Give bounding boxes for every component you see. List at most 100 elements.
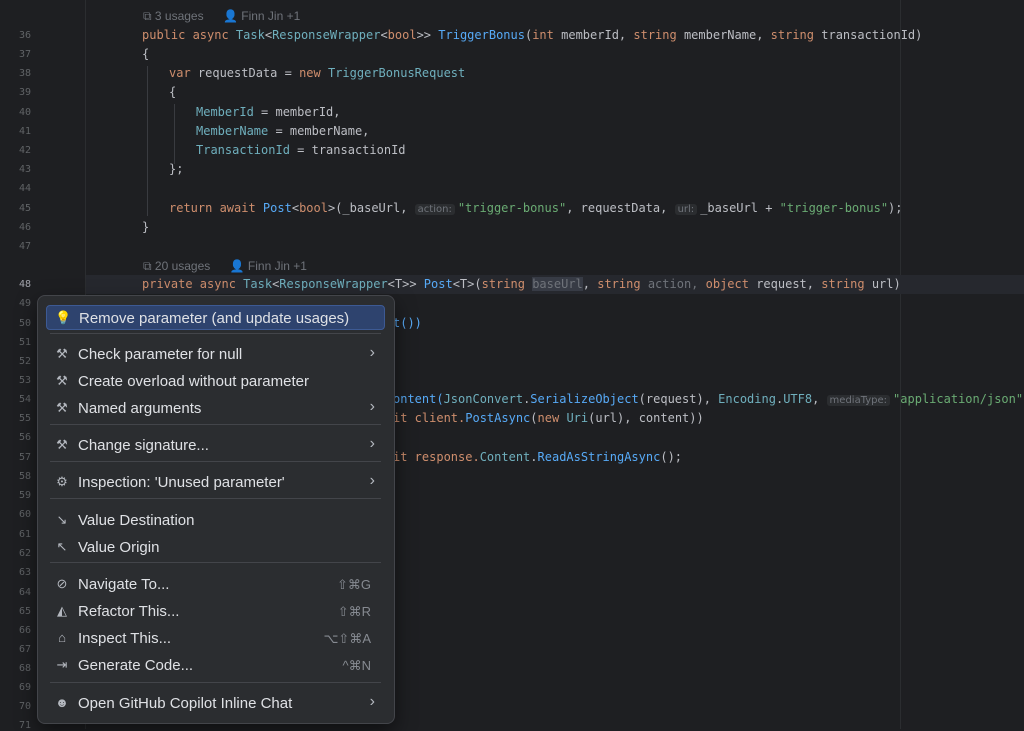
code-lens-trigger-bonus[interactable]: ⧉ 3 usages 👤 Finn Jin +1 xyxy=(143,9,316,24)
line-number: 42 xyxy=(18,145,31,156)
usages-lens[interactable]: ⧉ 3 usages xyxy=(143,9,212,23)
menu-item-inspection-unused-parameter[interactable]: ⚙ Inspection: 'Unused parameter' › xyxy=(46,470,385,495)
code-line-48[interactable]: private async Task<ResponseWrapper<T>> P… xyxy=(142,277,901,291)
menu-item-generate-code[interactable]: ⇥ Generate Code... ^⌘N xyxy=(46,653,385,678)
menu-item-inspect-this[interactable]: ⌂ Inspect This... ⌥⇧⌘A xyxy=(46,626,385,651)
menu-separator xyxy=(50,424,381,425)
code-line-55[interactable]: it client.PostAsync(new Uri(url), conten… xyxy=(393,411,704,425)
menu-item-label: Create overload without parameter xyxy=(78,373,309,390)
line-number: 43 xyxy=(18,164,31,175)
line-number: 48 xyxy=(18,279,31,290)
arrow-down-right-icon: ↘ xyxy=(56,512,68,527)
menu-item-label: Value Origin xyxy=(78,539,160,556)
line-number: 51 xyxy=(18,337,31,348)
line-number: 46 xyxy=(18,222,31,233)
gear-icon: ⚙ xyxy=(56,474,68,489)
menu-separator xyxy=(50,562,381,563)
generate-icon: ⇥ xyxy=(56,657,68,672)
menu-item-named-arguments[interactable]: ⚒ Named arguments › xyxy=(46,396,385,421)
menu-item-label: Remove parameter (and update usages) xyxy=(79,310,350,327)
unused-param-baseUrl: baseUrl xyxy=(532,277,583,291)
param-hint: mediaType: xyxy=(826,395,891,406)
code-line-46[interactable]: } xyxy=(142,220,149,234)
lightbulb-icon: 💡 xyxy=(55,310,72,325)
param-hint: url: xyxy=(674,204,698,215)
code-line-50[interactable]: t()) xyxy=(393,316,422,330)
line-number: 54 xyxy=(18,394,31,405)
chevron-right-icon: › xyxy=(369,693,375,710)
context-actions-menu: 💡 Remove parameter (and update usages) ⚒ Ch… xyxy=(37,295,395,724)
menu-item-label: Generate Code... xyxy=(78,657,194,674)
menu-item-refactor-this[interactable]: ◭ Refactor This... ⇧⌘R xyxy=(46,599,385,624)
author-lens[interactable]: 👤 Finn Jin +1 xyxy=(223,9,308,23)
menu-item-label: Change signature... xyxy=(78,437,209,454)
line-number: 69 xyxy=(18,682,31,693)
indent-guide xyxy=(174,104,175,164)
line-number: 57 xyxy=(18,452,31,463)
code-line-41[interactable]: MemberName = memberName, xyxy=(196,124,369,138)
menu-item-label: Value Destination xyxy=(78,512,195,529)
chevron-right-icon: › xyxy=(369,472,375,489)
menu-item-value-origin[interactable]: ↖ Value Origin xyxy=(46,535,385,560)
author-name: Finn Jin +1 xyxy=(241,9,301,23)
hammer-icon: ⚒ xyxy=(56,373,68,388)
usages-count: 3 usages xyxy=(154,9,204,23)
line-number: 36 xyxy=(18,30,31,41)
code-lens-post[interactable]: ⧉ 20 usages 👤 Finn Jin +1 xyxy=(143,259,323,274)
line-number: 41 xyxy=(18,126,31,137)
inspect-icon: ⌂ xyxy=(58,630,66,645)
menu-item-check-parameter-for-null[interactable]: ⚒ Check parameter for null › xyxy=(46,342,385,367)
line-number: 56 xyxy=(18,432,31,443)
line-number: 49 xyxy=(18,298,31,309)
menu-item-create-overload-without-parameter[interactable]: ⚒ Create overload without parameter xyxy=(46,369,385,394)
chevron-right-icon: › xyxy=(369,435,375,452)
menu-item-label: Inspect This... xyxy=(78,630,172,647)
line-number: 47 xyxy=(18,241,31,252)
code-line-38[interactable]: var requestData = new TriggerBonusReques… xyxy=(169,66,465,80)
line-number: 70 xyxy=(18,701,31,712)
code-line-43[interactable]: }; xyxy=(169,162,183,176)
author-name: Finn Jin +1 xyxy=(247,259,307,273)
code-line-37[interactable]: { xyxy=(142,47,149,61)
hammer-icon: ⚒ xyxy=(56,400,68,415)
arrow-up-left-icon: ↖ xyxy=(56,539,68,554)
code-line-39[interactable]: { xyxy=(169,85,176,99)
line-number: 68 xyxy=(18,663,31,674)
line-number: 59 xyxy=(18,490,31,501)
menu-item-label: Check parameter for null xyxy=(78,346,243,363)
usages-lens[interactable]: ⧉ 20 usages xyxy=(143,259,218,273)
code-line-40[interactable]: MemberId = memberId, xyxy=(196,105,341,119)
menu-item-open-github-copilot-inline-chat[interactable]: ☻ Open GitHub Copilot Inline Chat › xyxy=(46,691,385,716)
line-number: 37 xyxy=(18,49,31,60)
menu-item-change-signature[interactable]: ⚒ Change signature... › xyxy=(46,433,385,458)
code-line-42[interactable]: TransactionId = transactionId xyxy=(196,143,406,157)
code-line-36[interactable]: public async Task<ResponseWrapper<bool>>… xyxy=(142,28,922,42)
line-number: 50 xyxy=(18,318,31,329)
copilot-icon: ☻ xyxy=(55,695,69,710)
code-line-54[interactable]: ontent(JsonConvert.SerializeObject(reque… xyxy=(393,392,1024,406)
param-hint: action: xyxy=(414,204,455,215)
line-number: 52 xyxy=(18,356,31,367)
chevron-right-icon: › xyxy=(369,398,375,415)
shortcut-hint: ⇧⌘R xyxy=(337,604,371,619)
menu-item-navigate-to[interactable]: ⊘ Navigate To... ⇧⌘G xyxy=(46,572,385,597)
chevron-right-icon: › xyxy=(369,344,375,361)
menu-separator xyxy=(50,682,381,683)
menu-item-value-destination[interactable]: ↘ Value Destination xyxy=(46,508,385,533)
line-number: 66 xyxy=(18,625,31,636)
line-number: 44 xyxy=(18,183,31,194)
menu-item-label: Named arguments xyxy=(78,400,202,417)
menu-separator xyxy=(50,333,381,334)
line-number: 71 xyxy=(18,720,31,731)
code-line-45[interactable]: return await Post<bool>(_baseUrl, action… xyxy=(169,201,903,215)
code-line-57[interactable]: it response.Content.ReadAsStringAsync(); xyxy=(393,450,682,464)
line-number: 67 xyxy=(18,644,31,655)
refactor-icon: ◭ xyxy=(57,603,67,618)
author-lens[interactable]: 👤 Finn Jin +1 xyxy=(230,259,315,273)
menu-item-remove-parameter-and-update-usages[interactable]: 💡 Remove parameter (and update usages) xyxy=(46,305,385,330)
right-margin-guide xyxy=(900,0,901,729)
line-number: 62 xyxy=(18,548,31,559)
line-number: 40 xyxy=(18,107,31,118)
line-number: 39 xyxy=(18,87,31,98)
menu-separator xyxy=(50,461,381,462)
